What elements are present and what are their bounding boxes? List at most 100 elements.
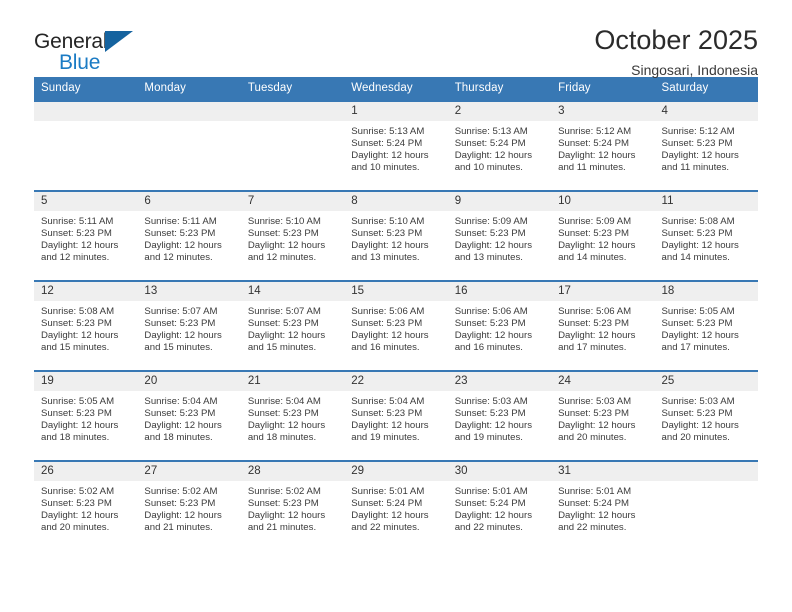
day-details: Sunrise: 5:06 AM Sunset: 5:23 PM Daylight:… xyxy=(344,301,447,354)
calendar-day-cell[interactable]: 16 Sunrise: 5:06 AM Sunset: 5:23 PM Dayligh… xyxy=(447,280,552,371)
calendar-empty-cell xyxy=(240,100,345,191)
day-number: 30 xyxy=(447,462,552,481)
sunrise-text: Sunrise: 5:03 AM xyxy=(454,396,528,407)
sunrise-text: Sunrise: 5:13 AM xyxy=(454,126,528,137)
sunset-text: Sunset: 5:23 PM xyxy=(144,408,216,420)
calendar-day-cell[interactable]: 18 Sunrise: 5:05 AM Sunset: 5:23 PM Dayligh… xyxy=(654,280,758,371)
calendar-day-cell[interactable]: 6 Sunrise: 5:11 AM Sunset: 5:23 PM Daylight… xyxy=(137,190,241,281)
calendar-week-row: 5 Sunrise: 5:11 AM Sunset: 5:23 PM Daylight… xyxy=(34,190,758,281)
day-details: Sunrise: 5:04 AM Sunset: 5:23 PM Daylight:… xyxy=(137,391,240,444)
calendar-day-cell[interactable]: 15 Sunrise: 5:06 AM Sunset: 5:23 PM Dayligh… xyxy=(344,280,448,371)
calendar-day-cell[interactable]: 19 Sunrise: 5:05 AM Sunset: 5:23 PM Dayligh… xyxy=(34,370,138,461)
day-number: 19 xyxy=(34,372,138,391)
sunrise-text: Sunrise: 5:02 AM xyxy=(144,486,218,497)
sunset-text: Sunset: 5:23 PM xyxy=(247,498,319,510)
daylight-text: Daylight: 12 hours and 22 minutes. xyxy=(558,510,636,534)
sunset-text: Sunset: 5:23 PM xyxy=(351,408,423,420)
sunset-text: Sunset: 5:23 PM xyxy=(41,318,112,330)
daylight-text: Daylight: 12 hours and 19 minutes. xyxy=(454,420,533,444)
logo-text-general: General xyxy=(34,30,108,53)
day-number: 7 xyxy=(240,192,345,211)
sunset-text: Sunset: 5:24 PM xyxy=(558,498,630,510)
calendar-day-cell[interactable]: 7 Sunrise: 5:10 AM Sunset: 5:23 PM Daylight… xyxy=(240,190,345,281)
sunrise-text: Sunrise: 5:03 AM xyxy=(661,396,735,407)
daylight-text: Daylight: 12 hours and 20 minutes. xyxy=(661,420,739,444)
sunset-text: Sunset: 5:23 PM xyxy=(351,318,423,330)
calendar-week-row: 12 Sunrise: 5:08 AM Sunset: 5:23 PM Dayligh… xyxy=(34,280,758,371)
sunset-text: Sunset: 5:24 PM xyxy=(454,498,526,510)
day-number: 9 xyxy=(447,192,552,211)
daylight-text: Daylight: 12 hours and 19 minutes. xyxy=(351,420,429,444)
calendar-day-cell[interactable]: 26 Sunrise: 5:02 AM Sunset: 5:23 PM Dayligh… xyxy=(34,460,138,550)
day-number: 22 xyxy=(344,372,448,391)
day-number: 3 xyxy=(551,102,655,121)
weekday-header-row: Sunday Monday Tuesday Wednesday Thursday… xyxy=(34,77,758,101)
day-details: Sunrise: 5:01 AM Sunset: 5:24 PM Daylight:… xyxy=(344,481,447,534)
calendar-day-cell[interactable]: 28 Sunrise: 5:02 AM Sunset: 5:23 PM Dayligh… xyxy=(240,460,345,550)
sunset-text: Sunset: 5:23 PM xyxy=(558,228,630,240)
day-number: 20 xyxy=(137,372,241,391)
calendar-day-cell[interactable]: 17 Sunrise: 5:06 AM Sunset: 5:23 PM Dayligh… xyxy=(551,280,655,371)
day-details: Sunrise: 5:10 AM Sunset: 5:23 PM Daylight:… xyxy=(241,211,344,264)
daylight-text: Daylight: 12 hours and 17 minutes. xyxy=(558,330,636,354)
calendar-day-cell[interactable]: 9 Sunrise: 5:09 AM Sunset: 5:23 PM Daylight… xyxy=(447,190,552,281)
day-details: Sunrise: 5:02 AM Sunset: 5:23 PM Daylight:… xyxy=(34,481,137,534)
calendar-day-cell[interactable]: 3 Sunrise: 5:12 AM Sunset: 5:24 PM Daylight… xyxy=(551,100,655,191)
daylight-text: Daylight: 12 hours and 15 minutes. xyxy=(247,330,326,354)
sunrise-text: Sunrise: 5:07 AM xyxy=(144,306,218,317)
daylight-text: Daylight: 12 hours and 21 minutes. xyxy=(144,510,222,534)
day-details: Sunrise: 5:05 AM Sunset: 5:23 PM Daylight:… xyxy=(655,301,758,354)
sunset-text: Sunset: 5:23 PM xyxy=(144,228,216,240)
sunset-text: Sunset: 5:24 PM xyxy=(351,138,423,150)
sunrise-text: Sunrise: 5:02 AM xyxy=(41,486,115,497)
calendar-day-cell[interactable]: 24 Sunrise: 5:03 AM Sunset: 5:23 PM Dayligh… xyxy=(551,370,655,461)
sunrise-text: Sunrise: 5:04 AM xyxy=(144,396,218,407)
day-number: 24 xyxy=(551,372,655,391)
daylight-text: Daylight: 12 hours and 12 minutes. xyxy=(247,240,326,264)
day-number: 28 xyxy=(240,462,345,481)
calendar-day-cell[interactable]: 4 Sunrise: 5:12 AM Sunset: 5:23 PM Daylight… xyxy=(654,100,758,191)
calendar-day-cell[interactable]: 2 Sunrise: 5:13 AM Sunset: 5:24 PM Daylight… xyxy=(447,100,552,191)
day-details: Sunrise: 5:07 AM Sunset: 5:23 PM Daylight:… xyxy=(137,301,240,354)
weekday-header-wednesday: Wednesday xyxy=(344,77,448,101)
day-details: Sunrise: 5:04 AM Sunset: 5:23 PM Daylight:… xyxy=(241,391,344,444)
day-number: 12 xyxy=(34,282,138,301)
calendar-day-cell[interactable]: 20 Sunrise: 5:04 AM Sunset: 5:23 PM Dayligh… xyxy=(137,370,241,461)
day-number xyxy=(240,102,345,121)
calendar-day-cell[interactable]: 8 Sunrise: 5:10 AM Sunset: 5:23 PM Daylight… xyxy=(344,190,448,281)
sunset-text: Sunset: 5:23 PM xyxy=(247,318,319,330)
daylight-text: Daylight: 12 hours and 14 minutes. xyxy=(558,240,636,264)
calendar-day-cell[interactable]: 14 Sunrise: 5:07 AM Sunset: 5:23 PM Dayligh… xyxy=(240,280,345,371)
calendar-day-cell[interactable]: 21 Sunrise: 5:04 AM Sunset: 5:23 PM Dayligh… xyxy=(240,370,345,461)
calendar-day-cell[interactable]: 30 Sunrise: 5:01 AM Sunset: 5:24 PM Dayligh… xyxy=(447,460,552,550)
weekday-header-tuesday: Tuesday xyxy=(240,77,345,101)
calendar-day-cell[interactable]: 1 Sunrise: 5:13 AM Sunset: 5:24 PM Daylight… xyxy=(344,100,448,191)
day-number: 31 xyxy=(551,462,655,481)
calendar-day-cell[interactable]: 29 Sunrise: 5:01 AM Sunset: 5:24 PM Dayligh… xyxy=(344,460,448,550)
day-details: Sunrise: 5:08 AM Sunset: 5:23 PM Daylight:… xyxy=(34,301,137,354)
calendar-day-cell[interactable]: 11 Sunrise: 5:08 AM Sunset: 5:23 PM Dayligh… xyxy=(654,190,758,281)
title-block: October 2025 Singosari, Indonesia xyxy=(594,25,758,78)
sunset-text: Sunset: 5:23 PM xyxy=(351,228,423,240)
sunrise-text: Sunrise: 5:06 AM xyxy=(558,306,632,317)
day-number xyxy=(654,462,758,481)
general-blue-logo[interactable]: General Blue xyxy=(34,26,144,74)
day-details: Sunrise: 5:01 AM Sunset: 5:24 PM Daylight:… xyxy=(448,481,551,534)
calendar-day-cell[interactable]: 27 Sunrise: 5:02 AM Sunset: 5:23 PM Dayligh… xyxy=(137,460,241,550)
calendar-day-cell[interactable]: 10 Sunrise: 5:09 AM Sunset: 5:23 PM Dayligh… xyxy=(551,190,655,281)
day-details: Sunrise: 5:04 AM Sunset: 5:23 PM Daylight:… xyxy=(344,391,447,444)
day-number: 15 xyxy=(344,282,448,301)
calendar-day-cell[interactable]: 23 Sunrise: 5:03 AM Sunset: 5:23 PM Dayligh… xyxy=(447,370,552,461)
day-number: 23 xyxy=(447,372,552,391)
calendar-day-cell[interactable]: 13 Sunrise: 5:07 AM Sunset: 5:23 PM Dayligh… xyxy=(137,280,241,371)
calendar-day-cell[interactable]: 22 Sunrise: 5:04 AM Sunset: 5:23 PM Dayligh… xyxy=(344,370,448,461)
daylight-text: Daylight: 12 hours and 12 minutes. xyxy=(41,240,119,264)
sunset-text: Sunset: 5:23 PM xyxy=(661,318,733,330)
calendar-day-cell[interactable]: 25 Sunrise: 5:03 AM Sunset: 5:23 PM Dayligh… xyxy=(654,370,758,461)
sunrise-text: Sunrise: 5:08 AM xyxy=(661,216,735,227)
calendar-day-cell[interactable]: 12 Sunrise: 5:08 AM Sunset: 5:23 PM Dayligh… xyxy=(34,280,138,371)
sunrise-text: Sunrise: 5:10 AM xyxy=(247,216,321,227)
calendar-day-cell[interactable]: 5 Sunrise: 5:11 AM Sunset: 5:23 PM Daylight… xyxy=(34,190,138,281)
calendar-day-cell[interactable]: 31 Sunrise: 5:01 AM Sunset: 5:24 PM Dayligh… xyxy=(551,460,655,550)
sunset-text: Sunset: 5:23 PM xyxy=(41,408,112,420)
